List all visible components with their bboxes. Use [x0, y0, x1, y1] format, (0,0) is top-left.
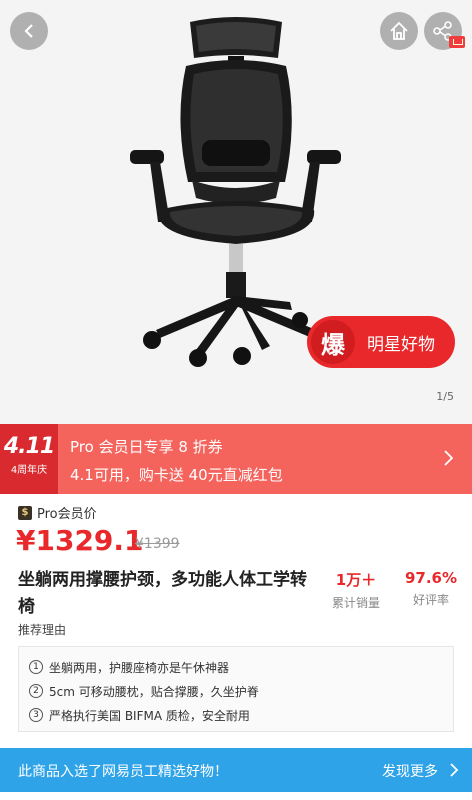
logo-small-text: 4周年庆: [10, 465, 48, 476]
product-title: 坐躺两用撑腰护颈，多功能人体工学转椅: [18, 570, 307, 617]
chevron-right-icon: [450, 763, 459, 777]
reason-text: 坐躺两用，护腰座椅亦是午休神器: [49, 660, 230, 675]
red-envelope-icon: [449, 36, 465, 48]
share-button[interactable]: [424, 12, 465, 50]
pro-price-label: Pro会员价: [37, 507, 97, 522]
sales-label: 累计销量: [331, 596, 380, 610]
badge-label: 明星好物: [367, 334, 435, 355]
chevron-left-icon: [24, 24, 33, 38]
current-price: ¥1329.1: [16, 524, 144, 557]
promo-line1: Pro 会员日专享 8 折券: [70, 438, 223, 456]
list-item: 1 坐躺两用，护腰座椅亦是午休神器: [29, 655, 453, 679]
list-item: 3 严格执行美国 BIFMA 质检，安全耐用: [29, 703, 453, 727]
home-button[interactable]: [380, 12, 418, 50]
product-image-gallery[interactable]: 爆 明星好物 1/5: [0, 0, 472, 424]
badge-char: 爆: [311, 320, 355, 364]
back-button[interactable]: [10, 12, 48, 50]
chevron-right-icon: [444, 450, 454, 466]
employee-picks-bar[interactable]: 此商品入选了网易员工精选好物！ 发现更多: [0, 748, 472, 792]
rating-label: 好评率: [412, 593, 449, 607]
star-product-badge: 爆 明星好物: [307, 316, 455, 368]
reasons-box: 1 坐躺两用，护腰座椅亦是午休神器 2 5cm 可移动腰枕，贴合撑腰，久坐护脊 …: [18, 646, 454, 732]
original-price: ¥1399: [135, 536, 180, 552]
reason-number: 1: [29, 660, 43, 674]
reason-number: 3: [29, 708, 43, 722]
promo-line2: 4.1可用，购卡送 40元直减红包: [70, 466, 283, 484]
employee-picks-text: 此商品入选了网易员工精选好物！: [18, 764, 228, 780]
pro-member-icon: $: [18, 505, 32, 520]
rating-stat[interactable]: 97.6% 好评率: [400, 569, 462, 608]
reason-number: 2: [29, 684, 43, 698]
sales-value: 1万＋: [335, 571, 377, 589]
reason-text: 5cm 可移动腰枕，贴合撑腰，久坐护脊: [49, 684, 259, 699]
discover-more-link[interactable]: 发现更多: [382, 761, 438, 781]
promo-banner[interactable]: 4.11 4周年庆 Pro 会员日专享 8 折券 4.1可用，购卡送 40元直减…: [0, 424, 472, 494]
reason-title: 推荐理由: [18, 623, 67, 637]
page-indicator: 1/5: [436, 390, 454, 403]
rating-value: 97.6%: [404, 569, 458, 587]
sales-stat: 1万＋ 累计销量: [322, 569, 390, 611]
pro-price-label-row: $ Pro会员价: [18, 503, 97, 522]
reason-text: 严格执行美国 BIFMA 质检，安全耐用: [49, 708, 250, 723]
logo-big-text: 4.11: [3, 434, 55, 459]
list-item: 2 5cm 可移动腰枕，贴合撑腰，久坐护脊: [29, 679, 453, 703]
anniversary-logo: 4.11 4周年庆: [0, 424, 58, 494]
home-icon: [390, 21, 408, 40]
